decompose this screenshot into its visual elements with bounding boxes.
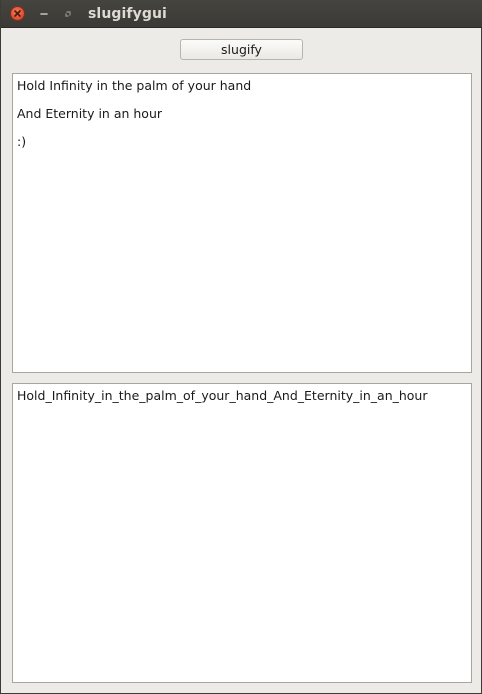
close-icon[interactable] bbox=[10, 6, 25, 21]
input-line: :) bbox=[17, 134, 27, 149]
slugify-button[interactable]: slugify bbox=[180, 39, 303, 60]
input-line: And Eternity in an hour bbox=[17, 106, 163, 121]
output-text: Hold_Infinity_in_the_palm_of_your_hand_A… bbox=[17, 388, 428, 403]
input-line: Hold Infinity in the palm of your hand bbox=[17, 78, 252, 93]
minimize-icon[interactable] bbox=[37, 6, 52, 21]
title-bar[interactable]: slugifygui bbox=[1, 0, 482, 28]
maximize-icon[interactable] bbox=[61, 6, 76, 21]
input-textarea[interactable]: Hold Infinity in the palm of your hand A… bbox=[12, 73, 472, 373]
app-window: slugifygui slugify Hold Infinity in the … bbox=[0, 0, 482, 694]
output-textarea[interactable]: Hold_Infinity_in_the_palm_of_your_hand_A… bbox=[12, 383, 472, 683]
window-title: slugifygui bbox=[88, 6, 167, 22]
